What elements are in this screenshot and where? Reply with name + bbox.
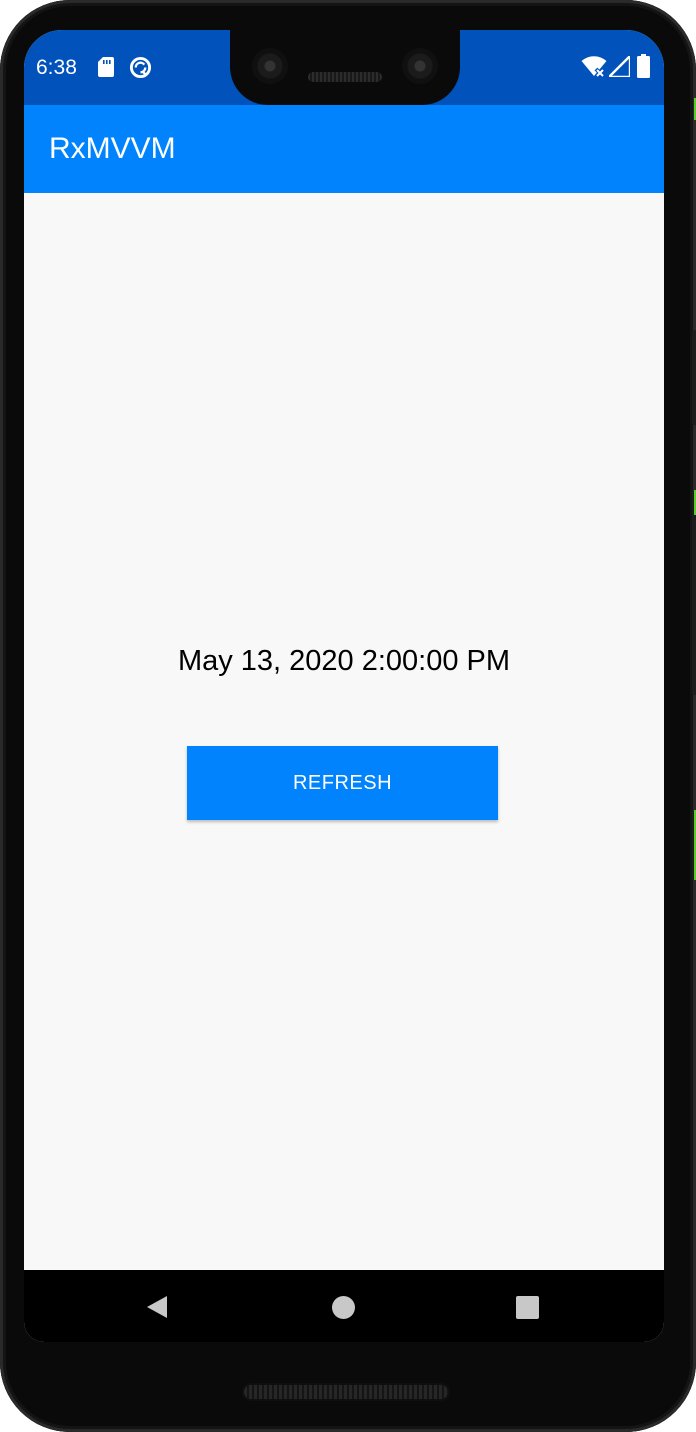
phone-frame: 6:38 RxMVVM May 13, 2020 2:00:00 PM REFR… bbox=[0, 0, 696, 1432]
back-icon[interactable] bbox=[145, 1295, 169, 1319]
home-icon[interactable] bbox=[332, 1296, 355, 1319]
sd-card-icon bbox=[98, 57, 114, 77]
app-title: RxMVVM bbox=[49, 132, 176, 165]
app-bar: RxMVVM bbox=[24, 105, 664, 193]
camera-notch bbox=[230, 30, 460, 105]
signal-icon bbox=[609, 56, 630, 77]
volume-button-lower bbox=[692, 490, 696, 695]
date-time-label: May 13, 2020 2:00:00 PM bbox=[177, 645, 511, 677]
front-camera-icon bbox=[252, 48, 288, 84]
main-content: May 13, 2020 2:00:00 PM REFRESH bbox=[24, 193, 664, 1270]
wifi-off-icon bbox=[581, 56, 607, 78]
status-time: 6:38 bbox=[36, 56, 77, 79]
refresh-button[interactable]: REFRESH bbox=[187, 746, 498, 820]
battery-icon bbox=[637, 54, 650, 78]
bottom-speaker-grille bbox=[244, 1385, 448, 1399]
volume-button bbox=[692, 330, 696, 425]
recents-icon[interactable] bbox=[516, 1296, 539, 1319]
front-camera-icon bbox=[402, 48, 438, 84]
earpiece-speaker bbox=[308, 72, 382, 82]
status-bar: 6:38 bbox=[24, 30, 664, 105]
screen: 6:38 RxMVVM May 13, 2020 2:00:00 PM REFR… bbox=[24, 30, 664, 1342]
sync-icon bbox=[129, 56, 152, 79]
navigation-bar bbox=[24, 1270, 664, 1342]
